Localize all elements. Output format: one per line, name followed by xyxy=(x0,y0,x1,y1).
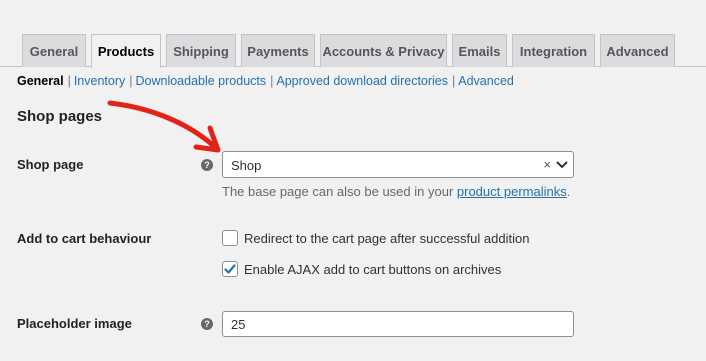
placeholder-image-input[interactable] xyxy=(222,311,574,337)
tab-payments[interactable]: Payments xyxy=(241,34,315,67)
clear-selection-icon[interactable]: × xyxy=(543,157,551,172)
shop-page-description: The base page can also be used in your p… xyxy=(222,184,570,199)
redirect-to-cart-checkbox[interactable] xyxy=(222,230,238,246)
tab-integration[interactable]: Integration xyxy=(512,34,595,67)
subnav-link-advanced[interactable]: Advanced xyxy=(458,74,514,88)
shop-page-selected-value: Shop xyxy=(231,158,262,173)
subnav-separator: | xyxy=(452,74,456,88)
placeholder-image-label: Placeholder image xyxy=(17,316,132,331)
enable-ajax-add-to-cart-option[interactable]: Enable AJAX add to cart buttons on archi… xyxy=(222,261,501,277)
settings-tab-bar: General Products Shipping Payments Accou… xyxy=(0,0,706,68)
tab-accounts-privacy[interactable]: Accounts & Privacy xyxy=(320,34,447,67)
redirect-to-cart-label: Redirect to the cart page after successf… xyxy=(244,230,530,246)
chevron-down-icon[interactable] xyxy=(556,160,568,170)
tab-products[interactable]: Products xyxy=(91,34,161,68)
subnav-current-general: General xyxy=(17,74,64,88)
redirect-to-cart-option[interactable]: Redirect to the cart page after successf… xyxy=(222,230,529,246)
shop-page-help-icon[interactable]: ? xyxy=(201,159,213,171)
shop-page-select[interactable]: Shop × xyxy=(222,151,574,178)
shop-page-label: Shop page xyxy=(17,157,84,172)
tab-general[interactable]: General xyxy=(22,34,86,67)
tab-shipping[interactable]: Shipping xyxy=(166,34,236,67)
subnav-link-approved-download-directories[interactable]: Approved download directories xyxy=(276,74,448,88)
annotation-arrow-icon xyxy=(107,100,221,153)
product-permalinks-link[interactable]: product permalinks xyxy=(457,184,567,199)
tab-emails[interactable]: Emails xyxy=(452,34,507,67)
sub-navigation: General | Inventory | Downloadable products |… xyxy=(17,74,514,88)
enable-ajax-label: Enable AJAX add to cart buttons on archi… xyxy=(244,261,502,277)
shop-page-description-text: The base page can also be used in your xyxy=(222,184,457,199)
shop-page-description-end: . xyxy=(566,184,571,199)
subnav-link-downloadable-products[interactable]: Downloadable products xyxy=(135,74,266,88)
subnav-link-inventory[interactable]: Inventory xyxy=(74,74,125,88)
checkmark-icon xyxy=(224,264,236,274)
subnav-separator: | xyxy=(270,74,274,88)
section-title-shop-pages: Shop pages xyxy=(17,108,103,125)
enable-ajax-checkbox[interactable] xyxy=(222,261,238,277)
subnav-separator: | xyxy=(67,74,71,88)
subnav-separator: | xyxy=(129,74,133,88)
tab-advanced[interactable]: Advanced xyxy=(600,34,675,67)
add-to-cart-behaviour-label: Add to cart behaviour xyxy=(17,231,152,246)
placeholder-image-help-icon[interactable]: ? xyxy=(201,318,213,330)
